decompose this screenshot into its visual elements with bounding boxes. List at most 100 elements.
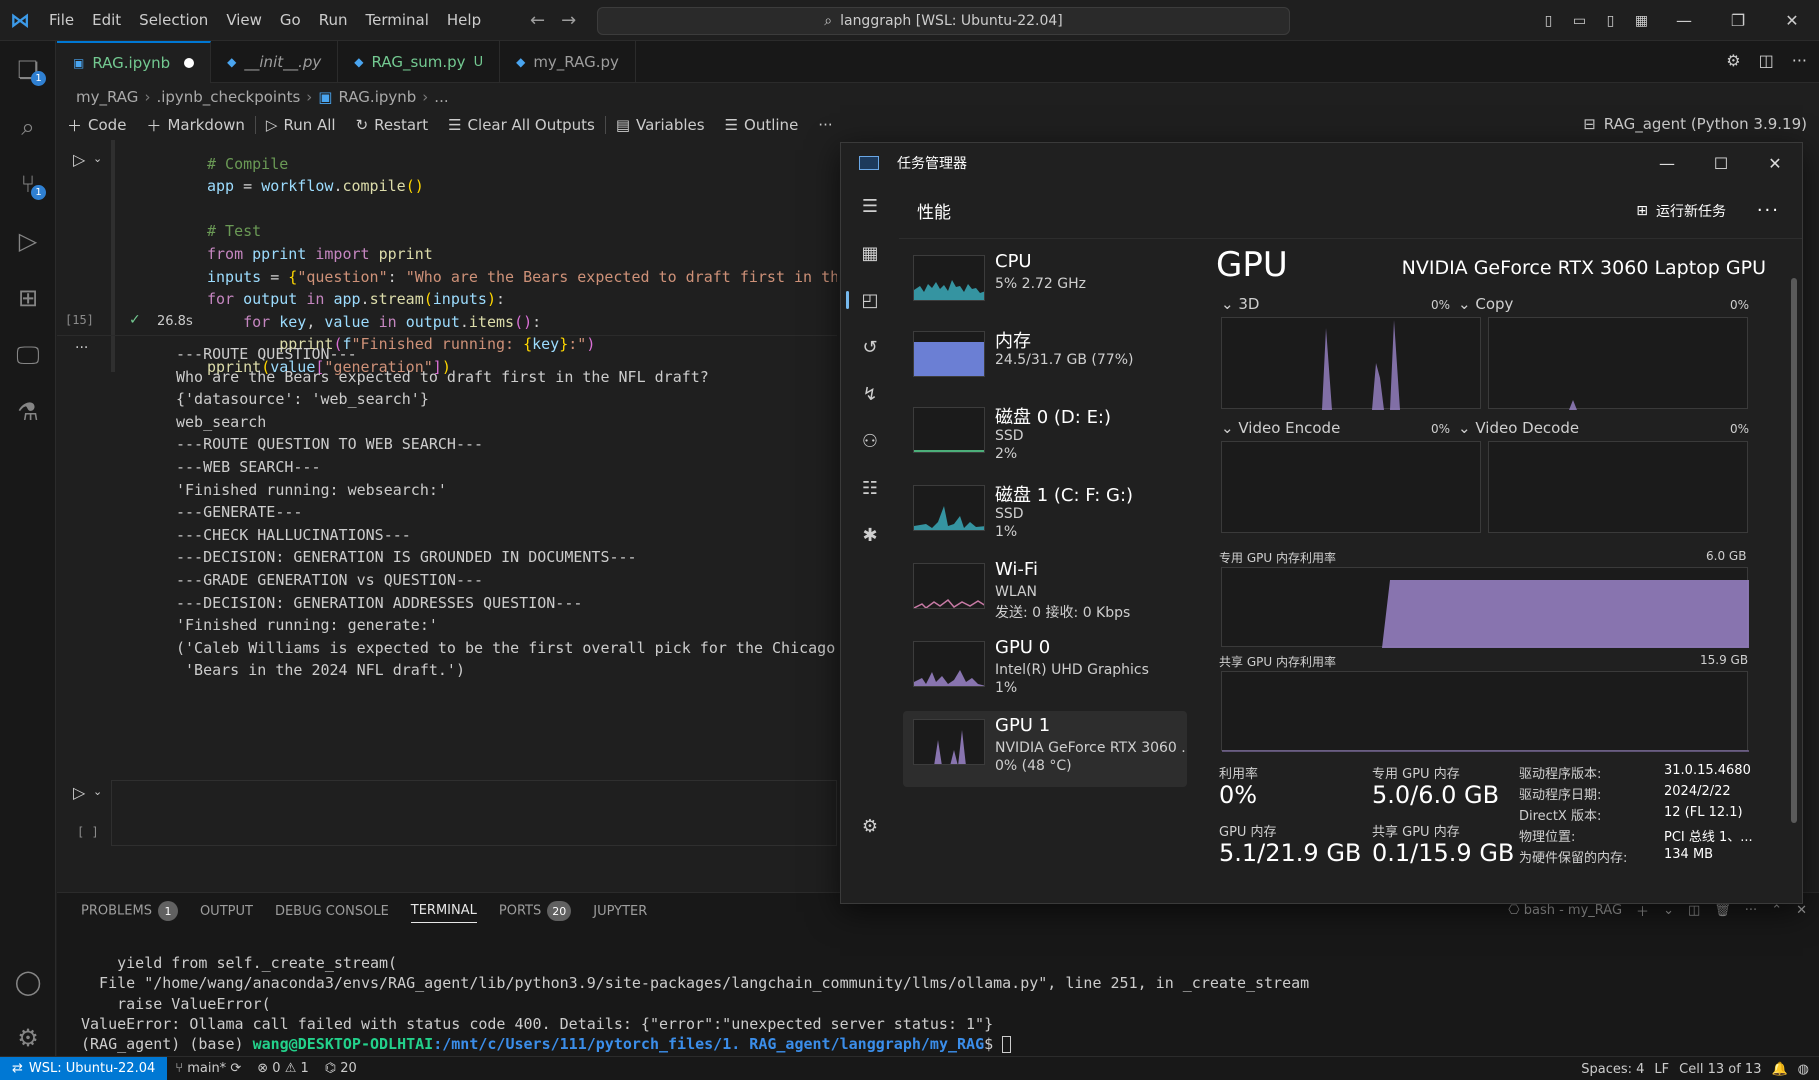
tab-rag-sum-py[interactable]: ◆ RAG_sum.py U [338,41,501,83]
chevron-down-icon[interactable]: ⌄ [93,152,102,165]
breadcrumb-item[interactable]: .ipynb_checkpoints [156,88,300,106]
customize-layout-icon[interactable]: ▦ [1626,13,1657,29]
source-control-icon[interactable]: ⑂ 1 [0,155,56,212]
problems-indicator[interactable]: ⊗ 0 ⚠ 1 [249,1061,317,1076]
users-icon[interactable]: ⚇ [841,418,899,465]
testing-icon[interactable]: ⚗ [0,383,56,440]
tab-init-py[interactable]: ◆ __init__.py [211,41,339,83]
menu-view[interactable]: View [217,0,271,41]
close-icon[interactable]: ✕ [1765,11,1819,30]
tab-output[interactable]: OUTPUT [200,904,253,919]
maximize-icon[interactable]: ☐ [1694,143,1748,183]
tab-debug-console[interactable]: DEBUG CONSOLE [275,904,389,919]
breadcrumb-item[interactable]: RAG.ipynb [338,88,416,106]
trash-icon[interactable]: 🗑 [1714,903,1731,918]
device-wifi[interactable]: Wi-Fi WLAN 发送: 0 接收: 0 Kbps [903,555,1187,631]
services-icon[interactable]: ✱ [841,512,899,559]
device-memory[interactable]: 内存 24.5/31.7 GB (77%) [903,323,1187,399]
toggle-secondary-sidebar-icon[interactable]: ▯ [1595,13,1626,29]
engine-video-decode-label[interactable]: ⌄ Video Decode [1458,419,1579,437]
hamburger-menu-icon[interactable]: ☰ [841,183,899,230]
remote-explorer-icon[interactable]: 🖵 [0,326,56,383]
run-cell-icon[interactable]: ▷ [73,783,85,802]
engine-copy-label[interactable]: ⌄ Copy [1458,295,1513,313]
device-gpu1[interactable]: GPU 1 NVIDIA GeForce RTX 3060 . 0% (48 °… [903,711,1187,787]
maximize-panel-icon[interactable]: ⌃ [1771,903,1782,918]
device-disk0[interactable]: 磁盘 0 (D: E:) SSD 2% [903,399,1187,475]
add-markdown-button[interactable]: ＋ Markdown [136,115,254,136]
restore-icon[interactable]: ❐ [1711,11,1765,30]
variables-button[interactable]: ▤ Variables [606,116,715,134]
breadcrumb-item[interactable]: my_RAG [76,88,138,106]
run-all-button[interactable]: ▷ Run All [256,116,346,134]
settings-gear-icon[interactable]: ⚙ [1726,51,1740,70]
minimize-icon[interactable]: — [1657,11,1711,30]
device-gpu0[interactable]: GPU 0 Intel(R) UHD Graphics 1% [903,633,1187,709]
bell-icon[interactable]: 🔔 [1771,1062,1787,1077]
tab-my-rag-py[interactable]: ◆ my_RAG.py [500,41,636,83]
settings-gear-icon[interactable]: ⚙ [841,803,899,850]
extensions-icon[interactable]: ⊞ [0,269,56,326]
tab-rag-ipynb[interactable]: ▣ RAG.ipynb [57,41,212,83]
engine-3d-label[interactable]: ⌄ 3D [1221,295,1259,313]
chevron-down-icon[interactable]: ⌄ [1663,903,1674,918]
app-history-icon[interactable]: ↺ [841,324,899,371]
menu-file[interactable]: File [40,0,83,41]
menu-selection[interactable]: Selection [130,0,217,41]
more-toolbar-button[interactable]: ··· [808,116,842,134]
cell-indicator[interactable]: Cell 13 of 13 [1679,1062,1761,1077]
tab-ports[interactable]: PORTS 20 [499,901,572,921]
processes-icon[interactable]: ▦ [841,230,899,277]
device-cpu[interactable]: CPU 5% 2.72 GHz [903,247,1187,323]
output-more-icon[interactable]: ··· [75,340,88,356]
back-arrow-icon[interactable]: ← [530,10,545,31]
toggle-panel-icon[interactable]: ▭ [1564,13,1595,29]
menu-run[interactable]: Run [310,0,357,41]
close-panel-icon[interactable]: ✕ [1796,903,1807,918]
engine-video-encode-label[interactable]: ⌄ Video Encode [1221,419,1340,437]
run-cell-icon[interactable]: ▷ [73,150,85,169]
branch-indicator[interactable]: ⑂ main* ⟳ [167,1061,249,1076]
explorer-icon[interactable]: ❏ 1 [0,41,56,98]
remote-indicator[interactable]: ⇄ WSL: Ubuntu-22.04 [0,1056,168,1080]
outline-button[interactable]: ☰ Outline [715,116,809,134]
restart-button[interactable]: ↻ Restart [346,116,439,134]
kernel-picker[interactable]: ⊟ RAG_agent (Python 3.9.19) [1583,115,1807,133]
menu-terminal[interactable]: Terminal [357,0,438,41]
account-icon[interactable]: ◯ [0,953,56,1010]
terminal-output[interactable]: yield from self._create_stream( File "/h… [81,953,1309,1054]
chevron-down-icon[interactable]: ⌄ [93,785,102,798]
ports-indicator[interactable]: ⌬ 20 [317,1061,365,1076]
device-disk1[interactable]: 磁盘 1 (C: F: G:) SSD 1% [903,477,1187,553]
command-center[interactable]: ⌕ langgraph [WSL: Ubuntu-22.04] [597,7,1290,35]
terminal-selector[interactable]: ⎔ bash - my_RAG [1508,903,1622,918]
add-code-button[interactable]: ＋ Code [57,115,136,136]
tab-problems[interactable]: PROBLEMS 1 [81,901,178,921]
task-manager-scrollbar[interactable] [1791,278,1797,823]
unsaved-dot-icon[interactable] [184,58,195,68]
copilot-icon[interactable]: ◍ [1798,1062,1809,1077]
more-actions-icon[interactable]: ··· [1792,51,1807,70]
menu-help[interactable]: Help [438,0,490,41]
clear-outputs-button[interactable]: ☰ Clear All Outputs [438,116,605,134]
more-actions-icon[interactable]: ··· [1745,903,1757,918]
empty-code-cell[interactable] [111,780,837,846]
run-new-task-button[interactable]: ⊞ 运行新任务 [1636,201,1726,221]
more-options-icon[interactable]: ··· [1757,200,1780,221]
performance-icon[interactable]: ◰ [841,277,899,324]
eol-indicator[interactable]: LF [1654,1062,1669,1077]
startup-apps-icon[interactable]: ↯ [841,371,899,418]
split-editor-icon[interactable]: ◫ [1759,51,1774,70]
split-terminal-icon[interactable]: ◫ [1688,903,1700,918]
breadcrumb-item[interactable]: ... [434,88,448,106]
toggle-sidebar-icon[interactable]: ▯ [1533,13,1564,29]
tab-terminal[interactable]: TERMINAL [410,903,477,923]
run-debug-icon[interactable]: ▷ [0,212,56,269]
menu-edit[interactable]: Edit [83,0,130,41]
menu-go[interactable]: Go [271,0,310,41]
sync-icon[interactable]: ⟳ [230,1061,241,1076]
minimize-icon[interactable]: — [1640,143,1694,183]
tab-jupyter[interactable]: JUPYTER [593,904,647,919]
indentation-indicator[interactable]: Spaces: 4 [1581,1062,1644,1077]
details-icon[interactable]: ☷ [841,465,899,512]
